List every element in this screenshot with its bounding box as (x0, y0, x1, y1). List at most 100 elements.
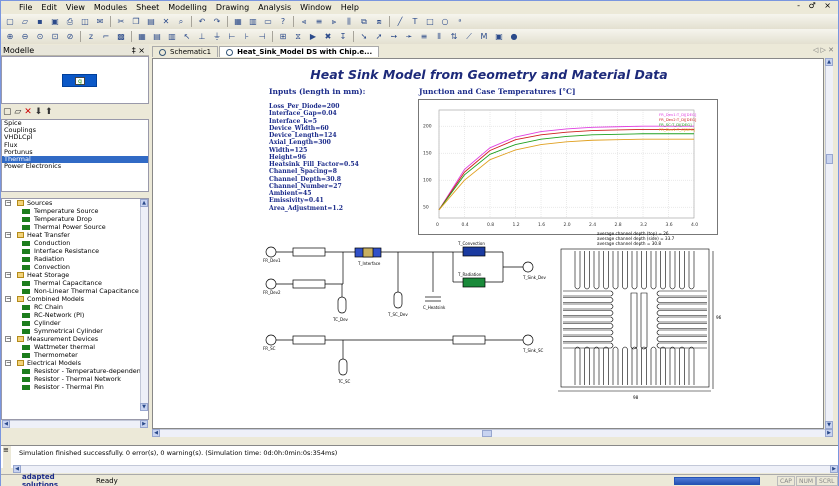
simulate-icon[interactable]: ▶ (307, 31, 319, 42)
ellipse-tool-icon[interactable]: ○ (439, 16, 451, 27)
tree-item[interactable]: Temperature Drop (2, 215, 148, 223)
move-up-icon[interactable]: ⬆ (45, 107, 53, 117)
tree-item[interactable]: Resistor - Temperature-dependent (2, 367, 148, 375)
menu-sheet[interactable]: Sheet (136, 3, 159, 12)
zoom-prev-icon[interactable]: ⊘ (64, 31, 76, 42)
tree-group[interactable]: − Heat Storage (2, 271, 148, 279)
layout-icon[interactable]: ▥ (247, 16, 259, 27)
tree-item[interactable]: Thermal Capacitance (2, 279, 148, 287)
messages-pane-handle[interactable]: ≡ (3, 446, 11, 469)
scroll-down-icon[interactable]: ▼ (140, 403, 148, 411)
align-right-icon[interactable]: ⫸ (328, 16, 340, 27)
scroll-up-icon[interactable]: ▲ (825, 58, 833, 66)
sort-icon[interactable]: ⇅ (448, 31, 460, 42)
schematic-sheet[interactable]: Heat Sink Model from Geometry and Materi… (152, 58, 824, 429)
menu-window[interactable]: Window (300, 3, 332, 12)
move-down-icon[interactable]: ⬇ (35, 107, 43, 117)
zoom-out-icon[interactable]: ⊖ (19, 31, 31, 42)
new-library-icon[interactable]: ▢ (3, 107, 12, 117)
scroll-right-icon[interactable]: ▶ (825, 429, 833, 437)
window-tile-icon[interactable]: ▣ (493, 31, 505, 42)
messages-horizontal-scrollbar[interactable]: ◀ ▶ (13, 465, 838, 473)
tree-item[interactable]: Conduction (2, 239, 148, 247)
remove-library-icon[interactable]: ✕ (24, 107, 32, 117)
print-preview-icon[interactable]: ◫ (79, 16, 91, 27)
record-icon[interactable]: ● (508, 31, 520, 42)
scroll-thumb[interactable] (826, 154, 833, 164)
tree-item[interactable]: Radiation (2, 255, 148, 263)
tree-group[interactable]: − Combined Models (2, 295, 148, 303)
print-icon[interactable]: ⎙ (64, 16, 76, 27)
probe-4-icon[interactable]: ➛ (403, 31, 415, 42)
tree-horizontal-scrollbar[interactable]: ◀ ▶ (2, 420, 148, 428)
mail-icon[interactable]: ✉ (94, 16, 106, 27)
undo-icon[interactable]: ↶ (196, 16, 208, 27)
graph-icon[interactable]: ⟋ (463, 31, 475, 42)
tree-vertical-scrollbar[interactable]: ▲ ▼ (140, 199, 148, 411)
stop-icon[interactable]: ✖ (322, 31, 334, 42)
scroll-left-icon[interactable]: ◀ (13, 465, 21, 473)
scroll-right-icon[interactable]: ▶ (140, 420, 148, 428)
parameter-icon[interactable]: ⊞ (277, 31, 289, 42)
collapse-icon[interactable]: − (5, 272, 11, 278)
scroll-right-icon[interactable]: ▶ (830, 465, 838, 473)
open-library-icon[interactable]: ▱ (14, 107, 21, 117)
menu-view[interactable]: View (66, 3, 85, 12)
terminal-icon[interactable]: ⊢ (226, 31, 238, 42)
find-icon[interactable]: ⌕ (175, 16, 187, 27)
menu-file[interactable]: File (19, 3, 32, 12)
collapse-icon[interactable]: − (5, 232, 11, 238)
menu-analysis[interactable]: Analysis (258, 3, 291, 12)
tree-item[interactable]: Thermal Power Source (2, 223, 148, 231)
redo-icon[interactable]: ↷ (211, 16, 223, 27)
probe-icon[interactable]: ➘ (358, 31, 370, 42)
save-icon[interactable]: ▪ (34, 16, 46, 27)
distribute-icon[interactable]: ⫼ (343, 16, 355, 27)
group-icon[interactable]: ⧉ (358, 16, 370, 27)
help-icon[interactable]: ? (277, 16, 289, 27)
sweep-icon[interactable]: ⧖ (292, 31, 304, 42)
panel-pin-close-icon[interactable]: ‡ × (132, 46, 145, 55)
menu-help[interactable]: Help (341, 3, 359, 12)
menu-edit[interactable]: Edit (41, 3, 57, 12)
probe-3-icon[interactable]: ➙ (388, 31, 400, 42)
tree-item[interactable]: Wattmeter thermal (2, 343, 148, 351)
line-tool-icon[interactable]: ╱ (394, 16, 406, 27)
cut-icon[interactable]: ✂ (115, 16, 127, 27)
tree-item[interactable]: Non-Linear Thermal Capacitance (2, 287, 148, 295)
abc-text-icon[interactable]: ᵃ (454, 16, 466, 27)
tab-heat-sink-model[interactable]: Heat_Sink_Model DS with Chip.e... (219, 46, 380, 57)
collapse-icon[interactable]: − (5, 296, 11, 302)
tree-item[interactable]: Resistor - Thermal Network (2, 375, 148, 383)
chart-icon[interactable]: ▥ (166, 31, 178, 42)
delete-icon[interactable]: ✕ (160, 16, 172, 27)
open-icon[interactable]: ▱ (19, 16, 31, 27)
temperature-plot[interactable]: 0 0.4 0.8 1.2 1.6 2.0 2.4 2.8 3.2 3.6 4.0 200 150 100… (418, 99, 718, 235)
tab-schematic1[interactable]: Schematic1 (152, 46, 219, 57)
heatsink-cross-section[interactable]: average channel depth (top) = 26 average… (553, 229, 723, 404)
scroll-left-icon[interactable]: ◀ (152, 429, 160, 437)
ground-icon[interactable]: ⊥ (196, 31, 208, 42)
mdi-window-controls[interactable]: - ♂ × (797, 1, 834, 10)
scroll-thumb[interactable] (482, 430, 492, 437)
scroll-down-icon[interactable]: ▼ (825, 421, 833, 429)
tree-item[interactable]: Cylinder (2, 319, 148, 327)
thermal-schematic[interactable]: FR_Dev1 FR_Dev2 FR_SC TC_Dev T_SC_Dev C_… (253, 237, 593, 407)
tree-group[interactable]: − Measurement Devices (2, 335, 148, 343)
module-icon[interactable]: M (478, 31, 490, 42)
variable-icon[interactable]: z (85, 31, 97, 42)
tree-group[interactable]: − Sources (2, 199, 148, 207)
paste-icon[interactable]: ▤ (145, 16, 157, 27)
ungroup-icon[interactable]: ⧈ (373, 16, 385, 27)
tree-item[interactable]: Symmetrical Cylinder (2, 327, 148, 335)
tree-group[interactable]: − Electrical Models (2, 359, 148, 367)
tree-group[interactable]: − Heat Transfer (2, 231, 148, 239)
library-item[interactable]: VHDLCpl (2, 134, 148, 141)
tree-item[interactable]: Convection (2, 263, 148, 271)
bus-icon[interactable]: ⫴ (433, 31, 445, 42)
menu-modelling[interactable]: Modelling (168, 3, 207, 12)
zoom-fit-icon[interactable]: ⊙ (34, 31, 46, 42)
sheet-horizontal-scrollbar[interactable]: ◀ ▶ (152, 429, 833, 437)
diagram-icon[interactable]: ▦ (136, 31, 148, 42)
collapse-icon[interactable]: − (5, 360, 11, 366)
